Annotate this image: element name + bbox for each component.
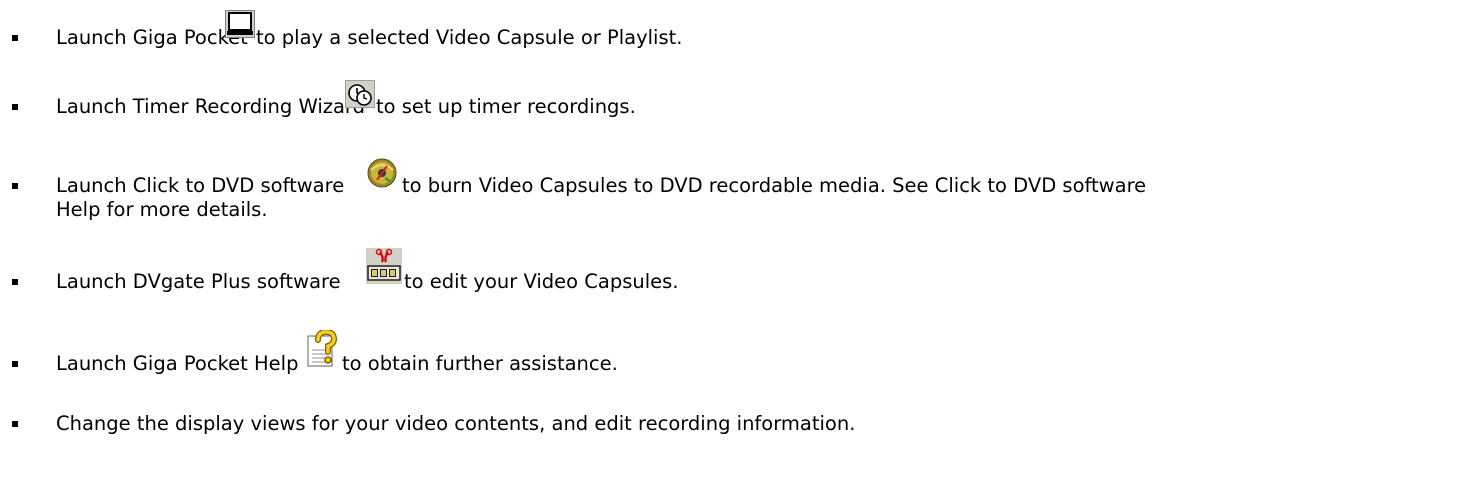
item-text-continuation: Help for more details. xyxy=(56,198,268,221)
item-text: Change the display views for your video … xyxy=(56,412,856,435)
item-text-after-icon: to set up timer recordings. xyxy=(376,95,636,118)
item-text-before-icon: Launch Giga Pocket Help xyxy=(56,352,299,375)
item-text-before-icon: Launch Click to DVD software xyxy=(56,174,345,197)
giga-pocket-help-icon[interactable] xyxy=(306,330,340,368)
item-text-after-icon: to obtain further assistance. xyxy=(342,352,618,375)
bullet-list: Launch Giga Pocket to play a selected Vi… xyxy=(0,0,1466,501)
bullet-marker xyxy=(12,104,18,110)
bullet-marker xyxy=(12,35,18,41)
item-text-before-icon: Launch Timer Recording Wizard xyxy=(56,95,365,118)
item-text-after-icon: to burn Video Capsules to DVD recordable… xyxy=(402,174,1147,197)
giga-pocket-player-icon[interactable] xyxy=(225,10,255,38)
item-text-after-icon: to edit your Video Capsules. xyxy=(404,270,679,293)
bullet-marker xyxy=(12,183,18,189)
bullet-marker xyxy=(12,279,18,285)
dvgate-plus-icon[interactable] xyxy=(366,248,402,284)
timer-recording-wizard-icon[interactable] xyxy=(345,80,375,108)
item-text-after-icon: to play a selected Video Capsule or Play… xyxy=(256,26,683,49)
bullet-marker xyxy=(12,421,18,427)
item-text-before-icon: Launch Giga Pocket xyxy=(56,26,248,49)
item-text-before-icon: Launch DVgate Plus software xyxy=(56,270,341,293)
click-to-dvd-icon[interactable] xyxy=(365,158,399,188)
bullet-marker xyxy=(12,361,18,367)
